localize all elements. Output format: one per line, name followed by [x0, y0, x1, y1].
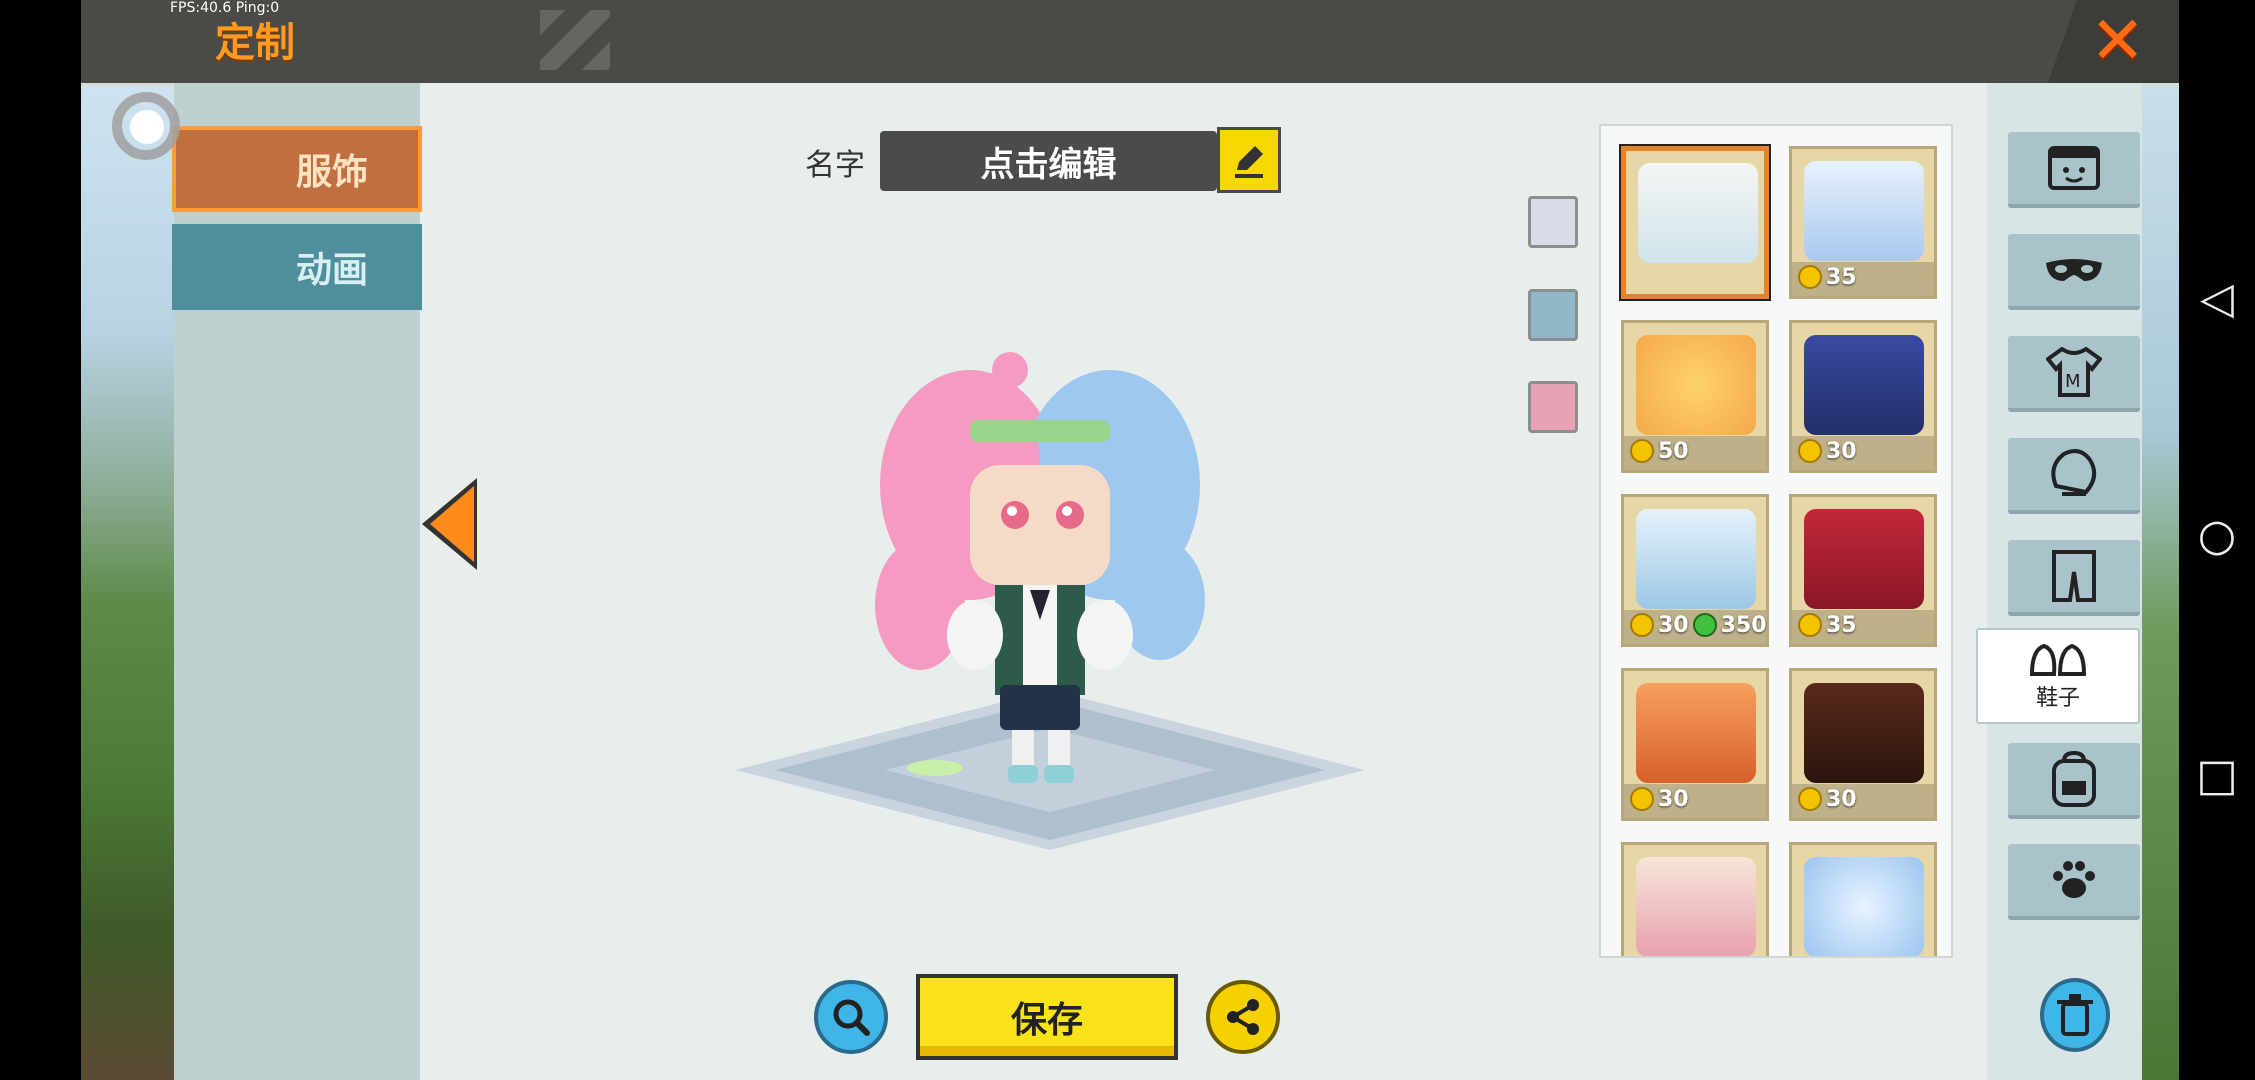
- item-art: [1804, 683, 1924, 783]
- item-price: 50: [1630, 436, 1689, 466]
- trash-icon: [2057, 994, 2093, 1036]
- share-icon: [1227, 999, 1259, 1035]
- coin-icon: [1630, 613, 1654, 637]
- price-amount: 50: [1658, 438, 1689, 464]
- item-grid: 35 50 30 30 350 35 30 30: [1599, 124, 1953, 958]
- price-amount: 30: [1826, 438, 1857, 464]
- coin-icon: [1630, 439, 1654, 463]
- color-swatch-3[interactable]: [1528, 381, 1578, 433]
- color-swatch-2[interactable]: [1528, 289, 1578, 341]
- zoom-button[interactable]: [814, 980, 888, 1054]
- gem-icon: [1692, 613, 1717, 637]
- item-art: [1636, 683, 1756, 783]
- header-decoration: [540, 10, 610, 70]
- svg-text:M: M: [2065, 371, 2081, 392]
- price-amount: 30: [1658, 786, 1689, 812]
- item-crystal-snowflake-shoes[interactable]: [1789, 842, 1937, 956]
- item-price: 30: [1630, 784, 1689, 814]
- nav-home-icon[interactable]: ○: [2179, 510, 2255, 561]
- item-price: 35: [1798, 262, 1857, 292]
- floating-menu-dot: [130, 110, 164, 144]
- screen-edge: [0, 0, 81, 1080]
- tab-animation-label: 动画: [295, 250, 368, 291]
- coin-icon: [1798, 787, 1822, 811]
- category-shoes-label: 鞋子: [2035, 686, 2080, 711]
- edit-name-button[interactable]: [1217, 127, 1281, 193]
- item-art: [1636, 509, 1756, 609]
- nav-back-icon[interactable]: ◁: [2179, 273, 2255, 324]
- price-amount: 35: [1826, 264, 1857, 290]
- price-amount: 350: [1720, 612, 1767, 638]
- item-pink-clover-shoes[interactable]: [1621, 842, 1769, 956]
- paw-icon: [2053, 861, 2095, 898]
- item-golden-flame-shoes[interactable]: 50: [1621, 320, 1769, 473]
- game-world-background-right: [2142, 83, 2179, 1080]
- coin-icon: [1798, 613, 1822, 637]
- coin-icon: [1798, 265, 1822, 289]
- tab-outfit-label: 服饰: [295, 152, 368, 193]
- price-amount: 30: [1658, 612, 1689, 638]
- category-backpack[interactable]: [2008, 743, 2140, 819]
- item-art: [1804, 509, 1924, 609]
- backpack-icon: [2052, 751, 2096, 807]
- item-price: 30: [1798, 784, 1857, 814]
- shirt-icon: M: [2046, 347, 2102, 397]
- item-art: [1636, 857, 1756, 956]
- item-price: 35: [1798, 610, 1857, 640]
- rotate-left-icon[interactable]: [430, 486, 474, 562]
- category-gloves[interactable]: [2008, 438, 2140, 514]
- item-christmas-boots[interactable]: 35: [1789, 494, 1937, 647]
- face-icon: [2048, 146, 2100, 190]
- item-winged-blue-shoes[interactable]: 35: [1789, 146, 1937, 299]
- category-shirt[interactable]: M: [2008, 336, 2140, 412]
- item-art: [1638, 163, 1758, 263]
- share-button[interactable]: [1206, 980, 1280, 1054]
- name-label: 名字: [805, 148, 865, 183]
- category-pants[interactable]: [2008, 540, 2140, 616]
- mask-icon: [2046, 259, 2102, 281]
- zoom-icon: [833, 999, 870, 1036]
- item-art: [1804, 857, 1924, 956]
- category-shoes[interactable]: 鞋子: [1976, 628, 2140, 724]
- tab-animation[interactable]: 动画: [172, 224, 422, 310]
- shoes-icon: [2029, 643, 2087, 676]
- page-title: 定制: [215, 20, 295, 66]
- item-art: [1804, 335, 1924, 435]
- save-button[interactable]: 保存: [916, 974, 1178, 1060]
- item-blue-rose-shoes[interactable]: 30 350: [1621, 494, 1769, 647]
- price-amount: 30: [1826, 786, 1857, 812]
- category-face[interactable]: [2008, 132, 2140, 208]
- category-mask[interactable]: [2008, 234, 2140, 310]
- color-swatch-1[interactable]: [1528, 196, 1578, 248]
- item-price: 30: [1798, 436, 1857, 466]
- item-price: 30 350: [1630, 610, 1767, 640]
- category-pet[interactable]: [2008, 844, 2140, 920]
- game-world-background: [81, 83, 174, 1080]
- coin-icon: [1630, 787, 1654, 811]
- close-icon[interactable]: ✕: [2090, 2, 2145, 79]
- character-avatar[interactable]: [860, 345, 1220, 795]
- coin-icon: [1798, 439, 1822, 463]
- item-art: [1636, 335, 1756, 435]
- gloves-icon: [2051, 449, 2097, 496]
- price-amount: 35: [1826, 612, 1857, 638]
- item-art: [1804, 161, 1924, 261]
- pencil-icon: [1235, 146, 1263, 178]
- trash-button[interactable]: [2040, 978, 2110, 1052]
- item-white-sneakers[interactable]: [1619, 144, 1771, 301]
- pants-icon: [2052, 550, 2096, 602]
- name-input[interactable]: 点击编辑: [880, 131, 1217, 191]
- item-navy-boots[interactable]: 30: [1789, 320, 1937, 473]
- item-orange-fur-boots[interactable]: 30: [1621, 668, 1769, 821]
- item-dark-gold-boots[interactable]: 30: [1789, 668, 1937, 821]
- header-bar: [81, 0, 2179, 86]
- nav-recent-icon[interactable]: □: [2179, 750, 2255, 801]
- tab-outfit[interactable]: 服饰: [172, 126, 422, 212]
